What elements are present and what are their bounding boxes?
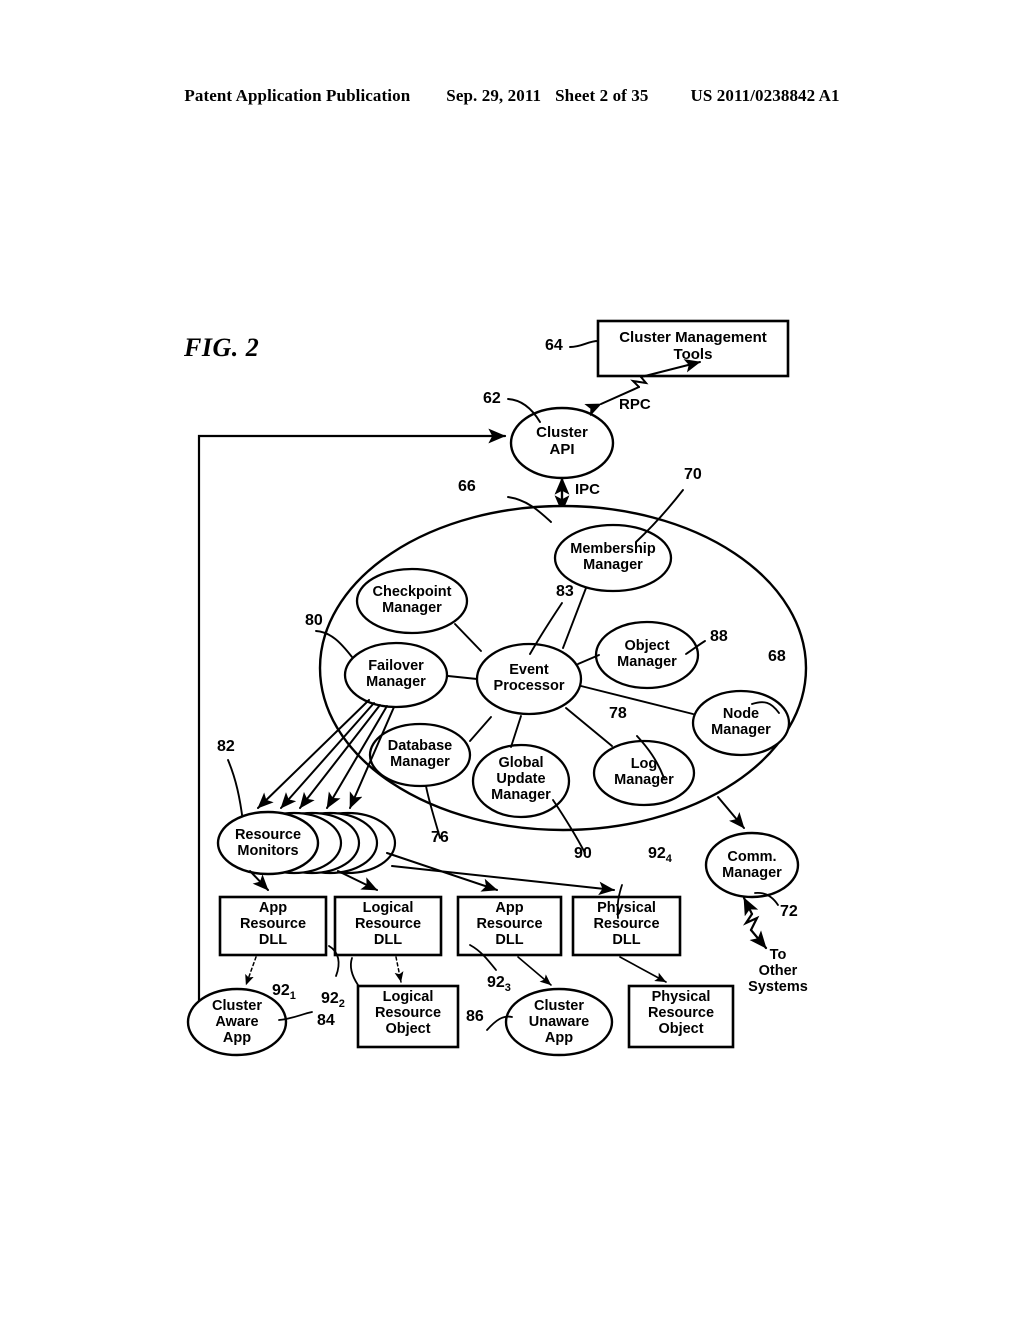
- ref-80: 80: [305, 612, 323, 629]
- ref-88: 88: [710, 628, 728, 645]
- database-manager-ellipse: [368, 722, 472, 788]
- ref-90: 90: [574, 845, 592, 862]
- global-update-manager-ellipse: [471, 743, 571, 819]
- ref-92-4-sub: 4: [665, 853, 672, 865]
- ref-92-1-base: 92: [272, 982, 290, 999]
- logical-resource-object-box: [356, 984, 460, 1049]
- ipc-label: IPC: [575, 481, 601, 498]
- ref-72: 72: [780, 903, 798, 920]
- resource-monitors-ellipse: [216, 810, 320, 876]
- log-manager-ellipse: [592, 739, 696, 807]
- ref-92-4: 924: [648, 845, 672, 865]
- patent-page: Patent Application Publication Sep. 29, …: [0, 0, 1024, 1320]
- cluster-api-ellipse: [509, 406, 615, 480]
- physical-resource-dll-box: [571, 895, 682, 957]
- ref-64: 64: [545, 337, 563, 354]
- ref-76: 76: [431, 829, 449, 846]
- ref-92-1-sub: 1: [289, 990, 296, 1002]
- ref-92-4-base: 92: [648, 845, 666, 862]
- checkpoint-manager-ellipse: [355, 567, 469, 635]
- figure-2-diagram: [186, 319, 808, 1057]
- ref-92-2-sub: 2: [338, 998, 345, 1010]
- ref-92-3: 923: [487, 974, 511, 994]
- ref-92-3-sub: 3: [504, 982, 511, 994]
- ref-92-2: 922: [321, 990, 345, 1010]
- node-manager-ellipse: [691, 689, 791, 757]
- logical-resource-dll-box: [333, 895, 443, 957]
- ref-92-2-base: 92: [321, 990, 339, 1007]
- ref-68: 68: [768, 648, 786, 665]
- ref-86: 86: [466, 1008, 484, 1025]
- ref-62: 62: [483, 390, 501, 407]
- ref-92-3-base: 92: [487, 974, 505, 991]
- ref-84: 84: [317, 1012, 335, 1029]
- ref-66: 66: [458, 478, 476, 495]
- comm-manager-ellipse: [704, 831, 800, 899]
- cluster-management-tools-box: [596, 319, 790, 378]
- object-manager-ellipse: [594, 620, 700, 690]
- app-resource-dll-1-box: [218, 895, 328, 957]
- cluster-unaware-app-ellipse: [504, 987, 614, 1057]
- ref-78: 78: [609, 705, 627, 722]
- event-processor-ellipse: [475, 642, 583, 716]
- physical-resource-object-box: [627, 984, 735, 1049]
- ref-82: 82: [217, 738, 235, 755]
- ref-83: 83: [556, 583, 574, 600]
- ref-92-1: 921: [272, 982, 296, 1002]
- membership-manager-ellipse: [553, 523, 673, 593]
- rpc-label: RPC: [619, 396, 651, 413]
- failover-manager-ellipse: [343, 641, 449, 709]
- ref-70: 70: [684, 466, 702, 483]
